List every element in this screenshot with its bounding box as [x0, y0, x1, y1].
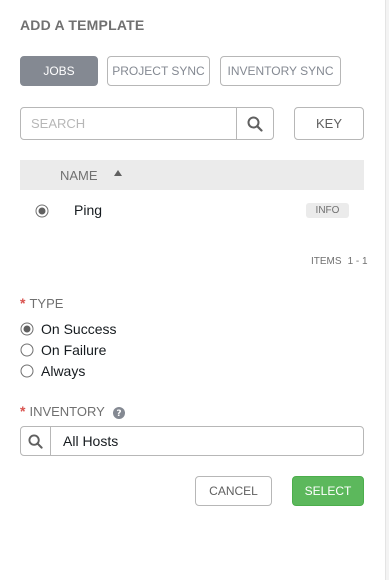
- search-button[interactable]: [236, 108, 273, 139]
- table-header: NAME: [20, 160, 364, 190]
- info-badge[interactable]: INFO: [306, 203, 349, 218]
- type-label-row: * TYPE: [20, 295, 63, 311]
- table-row[interactable]: Ping INFO: [20, 198, 364, 224]
- type-option-on-failure[interactable]: On Failure: [20, 342, 106, 358]
- option-label: On Success: [41, 321, 117, 337]
- option-label: On Failure: [41, 342, 107, 358]
- inventory-input[interactable]: [51, 433, 363, 449]
- radio-unchecked-icon[interactable]: [20, 343, 34, 357]
- radio-checked-icon[interactable]: [20, 322, 34, 336]
- items-label: ITEMS: [311, 256, 342, 267]
- search-box: [20, 107, 274, 140]
- search-icon: [28, 433, 43, 449]
- help-icon[interactable]: ?: [113, 406, 126, 419]
- option-label: Always: [41, 363, 86, 379]
- type-option-on-success[interactable]: On Success: [20, 321, 116, 337]
- items-range: 1 - 1: [347, 256, 368, 267]
- select-button[interactable]: SELECT: [292, 476, 364, 506]
- tab-inventory-sync[interactable]: INVENTORY SYNC: [220, 56, 341, 86]
- search-input[interactable]: [21, 108, 236, 139]
- tab-jobs[interactable]: JOBS: [20, 56, 98, 86]
- radio-unchecked-icon[interactable]: [20, 364, 34, 378]
- inventory-field: [20, 426, 364, 456]
- svg-text:?: ?: [117, 409, 122, 419]
- row-radio-selected[interactable]: [35, 204, 49, 218]
- type-label: TYPE: [29, 296, 64, 311]
- required-mark: *: [20, 403, 26, 419]
- column-header-name[interactable]: NAME: [60, 168, 98, 183]
- row-name: Ping: [74, 202, 103, 218]
- required-mark: *: [20, 295, 26, 311]
- cancel-button[interactable]: CANCEL: [195, 476, 272, 506]
- tab-project-sync[interactable]: PROJECT SYNC: [107, 56, 210, 86]
- panel-edge: [385, 0, 389, 580]
- inventory-lookup-button[interactable]: [21, 427, 51, 455]
- sort-ascending-icon[interactable]: [114, 170, 122, 176]
- type-option-always[interactable]: Always: [20, 363, 85, 379]
- key-button[interactable]: KEY: [294, 107, 364, 140]
- items-count: ITEMS 1 - 1: [311, 256, 368, 267]
- search-icon: [247, 116, 263, 132]
- inventory-label: INVENTORY: [29, 404, 105, 419]
- panel-title: ADD A TEMPLATE: [20, 17, 145, 33]
- inventory-label-row: * INVENTORY ?: [20, 403, 126, 419]
